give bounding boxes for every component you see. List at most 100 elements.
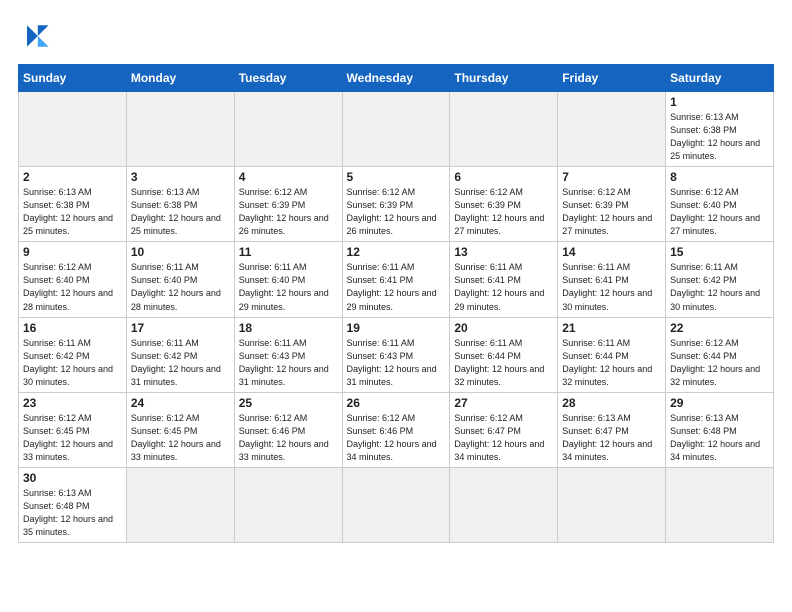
- calendar-cell: [450, 467, 558, 542]
- day-number: 25: [239, 396, 338, 410]
- calendar-cell: 11Sunrise: 6:11 AM Sunset: 6:40 PM Dayli…: [234, 242, 342, 317]
- day-number: 11: [239, 245, 338, 259]
- calendar-cell: [342, 92, 450, 167]
- calendar-week-row: 30 Sunrise: 6:13 AM Sunset: 6:48 PM Dayli…: [19, 467, 774, 542]
- calendar-cell: 20Sunrise: 6:11 AM Sunset: 6:44 PM Dayli…: [450, 317, 558, 392]
- day-number: 1: [670, 95, 769, 109]
- weekday-header-row: SundayMondayTuesdayWednesdayThursdayFrid…: [19, 65, 774, 92]
- page: SundayMondayTuesdayWednesdayThursdayFrid…: [0, 0, 792, 612]
- day-number: 29: [670, 396, 769, 410]
- day-info: Sunrise: 6:12 AM Sunset: 6:44 PM Dayligh…: [670, 337, 769, 389]
- calendar-cell: 26 Sunrise: 6:12 AM Sunset: 6:46 PM Dayli…: [342, 392, 450, 467]
- day-number: 28: [562, 396, 661, 410]
- calendar-cell: 1Sunrise: 6:13 AM Sunset: 6:38 PM Daylig…: [666, 92, 774, 167]
- calendar-cell: 30 Sunrise: 6:13 AM Sunset: 6:48 PM Dayli…: [19, 467, 127, 542]
- calendar-cell: [558, 92, 666, 167]
- day-info: Sunrise: 6:11 AM Sunset: 6:43 PM Dayligh…: [239, 337, 338, 389]
- weekday-header-thursday: Thursday: [450, 65, 558, 92]
- day-info: Sunrise: 6:13 AM Sunset: 6:38 PM Dayligh…: [23, 186, 122, 238]
- day-number: 19: [347, 321, 446, 335]
- day-number: 9: [23, 245, 122, 259]
- day-number: 15: [670, 245, 769, 259]
- day-number: 3: [131, 170, 230, 184]
- calendar-week-row: 16 Sunrise: 6:11 AM Sunset: 6:42 PM Dayli…: [19, 317, 774, 392]
- calendar-cell: 16 Sunrise: 6:11 AM Sunset: 6:42 PM Dayli…: [19, 317, 127, 392]
- day-info: Sunrise: 6:11 AM Sunset: 6:41 PM Dayligh…: [454, 261, 553, 313]
- day-number: 23: [23, 396, 122, 410]
- calendar-cell: 8 Sunrise: 6:12 AM Sunset: 6:40 PM Daylig…: [666, 167, 774, 242]
- day-number: 12: [347, 245, 446, 259]
- calendar-week-row: 23 Sunrise: 6:12 AM Sunset: 6:45 PM Dayli…: [19, 392, 774, 467]
- day-info: Sunrise: 6:12 AM Sunset: 6:39 PM Dayligh…: [454, 186, 553, 238]
- day-number: 21: [562, 321, 661, 335]
- day-info: Sunrise: 6:11 AM Sunset: 6:41 PM Dayligh…: [347, 261, 446, 313]
- weekday-header-wednesday: Wednesday: [342, 65, 450, 92]
- day-number: 16: [23, 321, 122, 335]
- day-number: 26: [347, 396, 446, 410]
- calendar-cell: 17Sunrise: 6:11 AM Sunset: 6:42 PM Dayli…: [126, 317, 234, 392]
- weekday-header-saturday: Saturday: [666, 65, 774, 92]
- day-info: Sunrise: 6:13 AM Sunset: 6:48 PM Dayligh…: [23, 487, 122, 539]
- day-number: 30: [23, 471, 122, 485]
- day-number: 18: [239, 321, 338, 335]
- calendar-cell: 2Sunrise: 6:13 AM Sunset: 6:38 PM Daylig…: [19, 167, 127, 242]
- calendar-cell: 6 Sunrise: 6:12 AM Sunset: 6:39 PM Daylig…: [450, 167, 558, 242]
- day-number: 17: [131, 321, 230, 335]
- calendar-cell: 21 Sunrise: 6:11 AM Sunset: 6:44 PM Dayli…: [558, 317, 666, 392]
- calendar-cell: [666, 467, 774, 542]
- calendar-cell: 3 Sunrise: 6:13 AM Sunset: 6:38 PM Daylig…: [126, 167, 234, 242]
- calendar-cell: [558, 467, 666, 542]
- day-info: Sunrise: 6:11 AM Sunset: 6:43 PM Dayligh…: [347, 337, 446, 389]
- calendar-cell: 9 Sunrise: 6:12 AM Sunset: 6:40 PM Daylig…: [19, 242, 127, 317]
- weekday-header-tuesday: Tuesday: [234, 65, 342, 92]
- calendar-cell: [450, 92, 558, 167]
- calendar-cell: 19 Sunrise: 6:11 AM Sunset: 6:43 PM Dayli…: [342, 317, 450, 392]
- day-number: 7: [562, 170, 661, 184]
- calendar-cell: 12 Sunrise: 6:11 AM Sunset: 6:41 PM Dayli…: [342, 242, 450, 317]
- day-number: 24: [131, 396, 230, 410]
- day-info: Sunrise: 6:12 AM Sunset: 6:40 PM Dayligh…: [23, 261, 122, 313]
- weekday-header-friday: Friday: [558, 65, 666, 92]
- calendar-cell: 28Sunrise: 6:13 AM Sunset: 6:47 PM Dayli…: [558, 392, 666, 467]
- day-info: Sunrise: 6:12 AM Sunset: 6:47 PM Dayligh…: [454, 412, 553, 464]
- calendar-week-row: 9 Sunrise: 6:12 AM Sunset: 6:40 PM Daylig…: [19, 242, 774, 317]
- day-info: Sunrise: 6:11 AM Sunset: 6:42 PM Dayligh…: [23, 337, 122, 389]
- day-info: Sunrise: 6:11 AM Sunset: 6:40 PM Dayligh…: [131, 261, 230, 313]
- weekday-header-monday: Monday: [126, 65, 234, 92]
- day-number: 6: [454, 170, 553, 184]
- calendar-cell: [342, 467, 450, 542]
- calendar-cell: 10 Sunrise: 6:11 AM Sunset: 6:40 PM Dayli…: [126, 242, 234, 317]
- calendar-cell: 27Sunrise: 6:12 AM Sunset: 6:47 PM Dayli…: [450, 392, 558, 467]
- day-info: Sunrise: 6:12 AM Sunset: 6:40 PM Dayligh…: [670, 186, 769, 238]
- calendar-cell: [19, 92, 127, 167]
- day-info: Sunrise: 6:12 AM Sunset: 6:39 PM Dayligh…: [347, 186, 446, 238]
- calendar-cell: 18 Sunrise: 6:11 AM Sunset: 6:43 PM Dayli…: [234, 317, 342, 392]
- day-number: 22: [670, 321, 769, 335]
- calendar-cell: 5Sunrise: 6:12 AM Sunset: 6:39 PM Daylig…: [342, 167, 450, 242]
- calendar-cell: 24 Sunrise: 6:12 AM Sunset: 6:45 PM Dayli…: [126, 392, 234, 467]
- logo-icon: [18, 18, 54, 54]
- day-info: Sunrise: 6:12 AM Sunset: 6:46 PM Dayligh…: [347, 412, 446, 464]
- day-info: Sunrise: 6:11 AM Sunset: 6:41 PM Dayligh…: [562, 261, 661, 313]
- calendar-cell: 14Sunrise: 6:11 AM Sunset: 6:41 PM Dayli…: [558, 242, 666, 317]
- calendar-week-row: 1Sunrise: 6:13 AM Sunset: 6:38 PM Daylig…: [19, 92, 774, 167]
- calendar-cell: [234, 467, 342, 542]
- day-info: Sunrise: 6:12 AM Sunset: 6:45 PM Dayligh…: [131, 412, 230, 464]
- calendar-cell: 13 Sunrise: 6:11 AM Sunset: 6:41 PM Dayli…: [450, 242, 558, 317]
- calendar-cell: 25 Sunrise: 6:12 AM Sunset: 6:46 PM Dayli…: [234, 392, 342, 467]
- header: [18, 18, 774, 54]
- day-number: 13: [454, 245, 553, 259]
- day-info: Sunrise: 6:12 AM Sunset: 6:39 PM Dayligh…: [562, 186, 661, 238]
- calendar-table: SundayMondayTuesdayWednesdayThursdayFrid…: [18, 64, 774, 543]
- day-number: 10: [131, 245, 230, 259]
- day-number: 8: [670, 170, 769, 184]
- day-info: Sunrise: 6:13 AM Sunset: 6:38 PM Dayligh…: [131, 186, 230, 238]
- day-info: Sunrise: 6:11 AM Sunset: 6:44 PM Dayligh…: [454, 337, 553, 389]
- day-number: 4: [239, 170, 338, 184]
- weekday-header-sunday: Sunday: [19, 65, 127, 92]
- day-info: Sunrise: 6:11 AM Sunset: 6:44 PM Dayligh…: [562, 337, 661, 389]
- calendar-cell: [126, 92, 234, 167]
- calendar-cell: [126, 467, 234, 542]
- calendar-cell: 23Sunrise: 6:12 AM Sunset: 6:45 PM Dayli…: [19, 392, 127, 467]
- day-info: Sunrise: 6:12 AM Sunset: 6:46 PM Dayligh…: [239, 412, 338, 464]
